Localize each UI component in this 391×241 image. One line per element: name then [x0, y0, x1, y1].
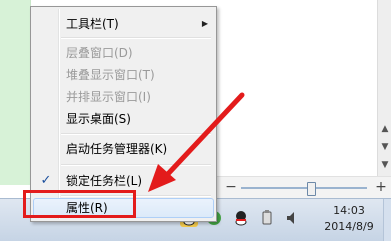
desktop-window-background [0, 0, 31, 185]
clock-time: 14:03 [333, 204, 365, 217]
menu-separator [61, 164, 211, 166]
zoom-slider-bar: − + [215, 176, 391, 199]
menu-item-lock-taskbar[interactable]: ✓ 锁定任务栏(L) [33, 170, 214, 192]
menu-item-cascade-windows[interactable]: 层叠窗口(D) [33, 42, 214, 64]
zoom-in-button[interactable]: + [375, 180, 387, 194]
menu-item-label: 锁定任务栏(L) [66, 174, 143, 188]
menu-item-label: 堆叠显示窗口(T) [66, 68, 155, 82]
menu-separator [61, 133, 211, 135]
zoom-slider-thumb[interactable] [307, 182, 316, 196]
volume-icon[interactable] [284, 209, 302, 227]
checkmark-icon: ✓ [40, 173, 52, 188]
menu-separator [61, 37, 211, 39]
menu-item-label: 工具栏(T) [66, 17, 119, 31]
document-area [215, 0, 391, 185]
highlight-box [23, 190, 136, 218]
menu-item-task-manager[interactable]: 启动任务管理器(K) [33, 138, 214, 160]
menu-item-label: 显示桌面(S) [66, 112, 131, 126]
menu-item-label: 启动任务管理器(K) [66, 142, 168, 156]
qq-icon[interactable] [232, 209, 250, 227]
menu-item-toolbars[interactable]: 工具栏(T) ▶ [33, 13, 214, 35]
menu-item-stack-windows[interactable]: 堆叠显示窗口(T) [33, 64, 214, 86]
zoom-out-button[interactable]: − [225, 180, 237, 194]
submenu-arrow-icon: ▶ [201, 19, 208, 28]
menu-item-label: 并排显示窗口(I) [66, 90, 151, 104]
menu-item-label: 层叠窗口(D) [66, 46, 133, 60]
vertical-scrollbar[interactable]: ▲ ▼ ▼ [377, 0, 391, 184]
usb-device-icon[interactable] [258, 209, 276, 227]
scroll-up-icon[interactable]: ▲ [378, 122, 391, 136]
menu-item-show-desktop[interactable]: 显示桌面(S) [33, 108, 214, 130]
show-desktop-button[interactable] [383, 199, 391, 241]
zoom-slider-track[interactable] [241, 187, 367, 189]
taskbar-clock[interactable]: 14:03 2014/8/9 [318, 203, 380, 235]
scroll-down-icon[interactable]: ▼ [378, 158, 391, 172]
menu-item-side-by-side-windows[interactable]: 并排显示窗口(I) [33, 86, 214, 108]
clock-date: 2014/8/9 [324, 220, 374, 233]
scroll-down-icon[interactable]: ▼ [378, 140, 391, 154]
